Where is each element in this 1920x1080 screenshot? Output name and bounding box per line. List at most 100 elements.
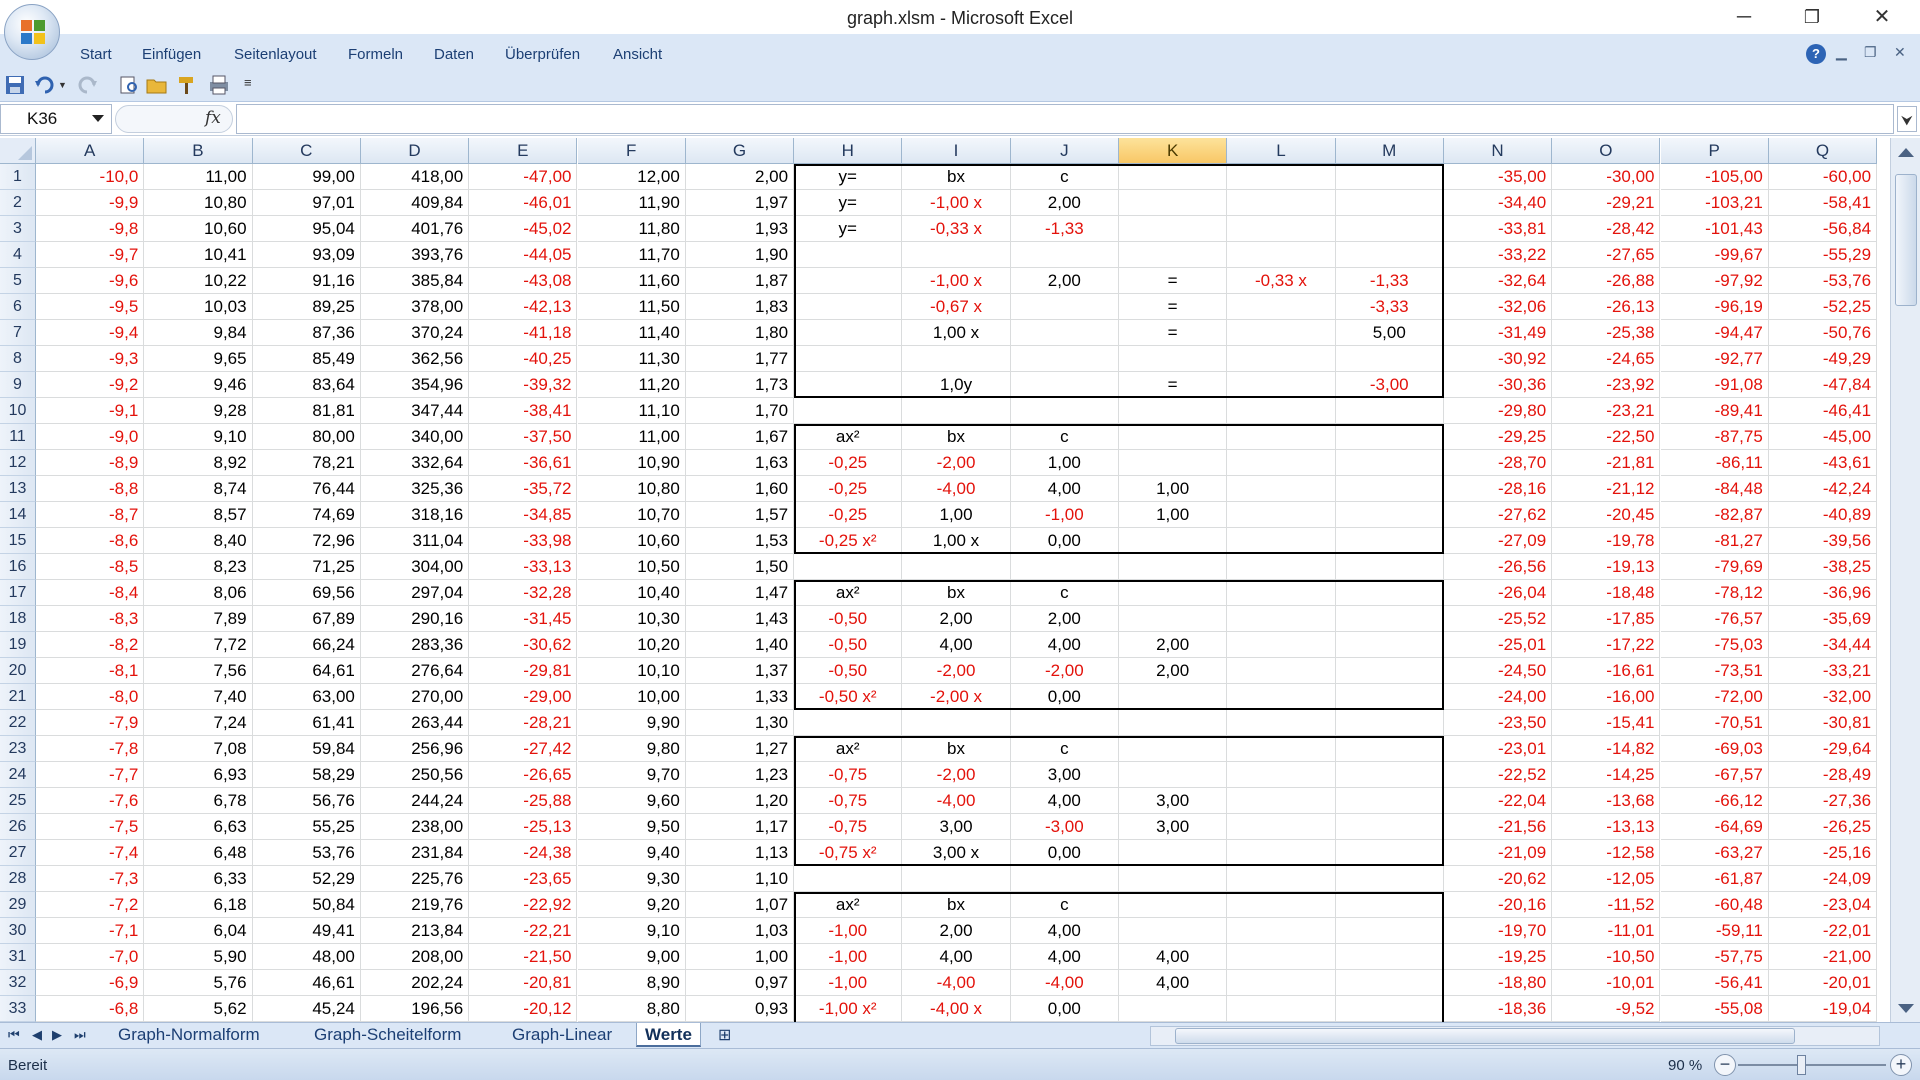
cell-q20[interactable]: -33,21: [1768, 658, 1878, 684]
cell-i33[interactable]: -4,00 x: [902, 996, 1011, 1022]
cell-j12[interactable]: 1,00: [1010, 450, 1119, 476]
cell-p28[interactable]: -61,87: [1660, 866, 1769, 892]
cell-k15[interactable]: [1119, 528, 1228, 554]
cell-o30[interactable]: -11,01: [1552, 918, 1661, 944]
cell-a9[interactable]: -9,2: [36, 372, 145, 398]
cell-g10[interactable]: 1,70: [685, 398, 795, 424]
row-header-18[interactable]: 18: [0, 606, 36, 632]
cell-j19[interactable]: 4,00: [1010, 632, 1119, 658]
cell-m26[interactable]: [1335, 814, 1444, 840]
cell-l30[interactable]: [1227, 918, 1336, 944]
cell-q13[interactable]: -42,24: [1768, 476, 1878, 502]
cell-f13[interactable]: 10,80: [577, 476, 686, 502]
cell-e33[interactable]: -20,12: [469, 996, 578, 1022]
vertical-scrollbar[interactable]: [1890, 138, 1920, 1022]
cell-f25[interactable]: 9,60: [577, 788, 686, 814]
cell-m20[interactable]: [1335, 658, 1444, 684]
cell-l11[interactable]: [1227, 424, 1336, 450]
cell-h13[interactable]: -0,25: [794, 476, 903, 502]
cell-e15[interactable]: -33,98: [469, 528, 578, 554]
row-header-2[interactable]: 2: [0, 190, 36, 216]
cell-b17[interactable]: 8,06: [144, 580, 253, 606]
cell-c17[interactable]: 69,56: [252, 580, 361, 606]
row-header-19[interactable]: 19: [0, 632, 36, 658]
cell-j17[interactable]: c: [1010, 580, 1119, 606]
cell-c31[interactable]: 48,00: [252, 944, 361, 970]
cell-g1[interactable]: 2,00: [685, 164, 795, 190]
cell-l10[interactable]: [1227, 398, 1336, 424]
cell-d24[interactable]: 250,56: [360, 762, 470, 788]
cell-c22[interactable]: 61,41: [252, 710, 361, 736]
cell-h4[interactable]: [794, 242, 903, 268]
cell-e6[interactable]: -42,13: [469, 294, 578, 320]
cell-e10[interactable]: -38,41: [469, 398, 578, 424]
cell-p26[interactable]: -64,69: [1660, 814, 1769, 840]
cell-j27[interactable]: 0,00: [1010, 840, 1119, 866]
cell-p2[interactable]: -103,21: [1660, 190, 1769, 216]
cell-a25[interactable]: -7,6: [36, 788, 145, 814]
cell-k4[interactable]: [1119, 242, 1228, 268]
cell-g17[interactable]: 1,47: [685, 580, 795, 606]
cell-f12[interactable]: 10,90: [577, 450, 686, 476]
cell-e25[interactable]: -25,88: [469, 788, 578, 814]
cell-f9[interactable]: 11,20: [577, 372, 686, 398]
cell-k25[interactable]: 3,00: [1119, 788, 1228, 814]
cell-o6[interactable]: -26,13: [1552, 294, 1661, 320]
cell-n8[interactable]: -30,92: [1443, 346, 1553, 372]
cell-h1[interactable]: y=: [794, 164, 903, 190]
cell-m27[interactable]: [1335, 840, 1444, 866]
cell-d21[interactable]: 270,00: [360, 684, 470, 710]
scroll-up-icon[interactable]: [1898, 148, 1914, 157]
cell-b16[interactable]: 8,23: [144, 554, 253, 580]
cell-e16[interactable]: -33,13: [469, 554, 578, 580]
cell-a10[interactable]: -9,1: [36, 398, 145, 424]
cell-a21[interactable]: -8,0: [36, 684, 145, 710]
tab-seitenlayout[interactable]: Seitenlayout: [234, 46, 317, 63]
cell-m15[interactable]: [1335, 528, 1444, 554]
cell-f26[interactable]: 9,50: [577, 814, 686, 840]
cell-f20[interactable]: 10,10: [577, 658, 686, 684]
cell-g18[interactable]: 1,43: [685, 606, 795, 632]
cell-o10[interactable]: -23,21: [1552, 398, 1661, 424]
cell-m4[interactable]: [1335, 242, 1444, 268]
cell-k16[interactable]: [1119, 554, 1228, 580]
cell-a32[interactable]: -6,9: [36, 970, 145, 996]
cell-h19[interactable]: -0,50: [794, 632, 903, 658]
cell-d27[interactable]: 231,84: [360, 840, 470, 866]
cell-k1[interactable]: [1119, 164, 1228, 190]
row-header-30[interactable]: 30: [0, 918, 36, 944]
cell-i12[interactable]: -2,00: [902, 450, 1011, 476]
cell-l14[interactable]: [1227, 502, 1336, 528]
cell-d15[interactable]: 311,04: [360, 528, 470, 554]
cell-o21[interactable]: -16,00: [1552, 684, 1661, 710]
ribbon-close-icon[interactable]: ✕: [1894, 44, 1906, 61]
cell-c16[interactable]: 71,25: [252, 554, 361, 580]
sheet-tab-graph-linear[interactable]: Graph-Linear: [504, 1023, 620, 1047]
cell-f29[interactable]: 9,20: [577, 892, 686, 918]
cell-k32[interactable]: 4,00: [1119, 970, 1228, 996]
cell-q30[interactable]: -22,01: [1768, 918, 1878, 944]
cell-j7[interactable]: [1010, 320, 1119, 346]
cell-e31[interactable]: -21,50: [469, 944, 578, 970]
cell-h21[interactable]: -0,50 x²: [794, 684, 903, 710]
cell-l28[interactable]: [1227, 866, 1336, 892]
cell-a14[interactable]: -8,7: [36, 502, 145, 528]
cell-p23[interactable]: -69,03: [1660, 736, 1769, 762]
cell-c8[interactable]: 85,49: [252, 346, 361, 372]
cell-f24[interactable]: 9,70: [577, 762, 686, 788]
cell-d5[interactable]: 385,84: [360, 268, 470, 294]
cell-m30[interactable]: [1335, 918, 1444, 944]
cell-a2[interactable]: -9,9: [36, 190, 145, 216]
cell-i19[interactable]: 4,00: [902, 632, 1011, 658]
cell-h16[interactable]: [794, 554, 903, 580]
row-header-13[interactable]: 13: [0, 476, 36, 502]
tab-ueberpruefen[interactable]: Überprüfen: [505, 46, 580, 63]
cell-m28[interactable]: [1335, 866, 1444, 892]
cell-g23[interactable]: 1,27: [685, 736, 795, 762]
cell-e1[interactable]: -47,00: [469, 164, 578, 190]
cell-b28[interactable]: 6,33: [144, 866, 253, 892]
cell-g29[interactable]: 1,07: [685, 892, 795, 918]
cell-q15[interactable]: -39,56: [1768, 528, 1878, 554]
cell-l31[interactable]: [1227, 944, 1336, 970]
cell-i11[interactable]: bx: [902, 424, 1011, 450]
